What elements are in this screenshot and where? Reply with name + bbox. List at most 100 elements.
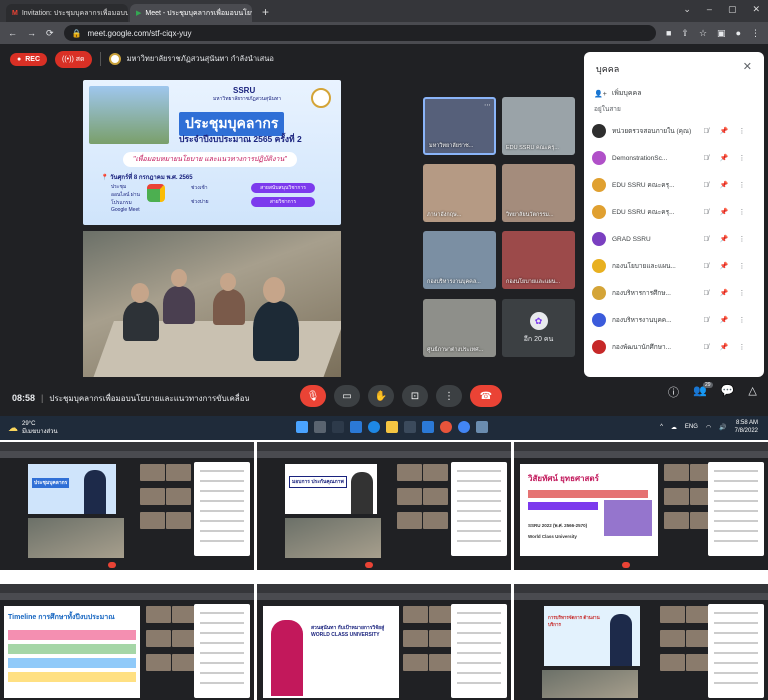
more-options-icon[interactable]: ⋮ xyxy=(736,181,748,189)
more-options-icon[interactable]: ⋮ xyxy=(736,208,748,216)
chevron-down-icon[interactable]: ⌄ xyxy=(683,4,691,15)
menu-icon[interactable]: ⋮ xyxy=(751,28,760,39)
thumb-slide: การบริหารจัดการ ด้านงานบริการ xyxy=(544,606,640,666)
more-participants-tile[interactable]: ✿ อีก 20 คน xyxy=(502,299,575,357)
windows-start-icon[interactable] xyxy=(296,421,308,433)
pin-icon: 📍 xyxy=(101,175,109,181)
tab-invitation[interactable]: M Invitation: ประชุมบุคลากรเพื่อมอบนโยบา… xyxy=(6,4,128,22)
pin-icon[interactable]: 📌 xyxy=(718,235,730,243)
wifi-icon[interactable]: ◠ xyxy=(706,424,711,431)
participant-tile[interactable]: ศูนย์ภาษาต่างประเทศ... xyxy=(423,299,496,357)
participant-row[interactable]: หน่วยตรวจสอบภายใน (คุณ) 🎙̸ 📌 ⋮ xyxy=(592,120,756,142)
participant-head xyxy=(263,277,285,303)
share-icon[interactable]: ⇪ xyxy=(681,28,689,39)
participant-row[interactable]: DemonstrationSc... 🎙̸ 📌 ⋮ xyxy=(592,147,756,169)
participant-figure xyxy=(213,289,245,325)
url-field[interactable]: 🔒 meet.google.com/stf-ciqx-yuy xyxy=(63,25,656,41)
search-icon[interactable] xyxy=(314,421,326,433)
participant-tile[interactable]: EDU SSRU คณะครุ... xyxy=(502,97,575,155)
pin-icon[interactable]: 📌 xyxy=(718,181,730,189)
settings-icon[interactable] xyxy=(476,421,488,433)
volume-icon[interactable]: 🔊 xyxy=(719,424,726,431)
participant-tile[interactable]: กองนโยบายและแผน... xyxy=(502,231,575,289)
star-icon[interactable]: ☆ xyxy=(699,28,707,39)
tab-meet[interactable]: ▶ Meet - ประชุมบุคลากรเพื่อมอบนโยบาย ✕ xyxy=(130,4,252,22)
meet-screenshot: M Invitation: ประชุมบุคลากรเพื่อมอบนโยบา… xyxy=(0,0,768,440)
language-indicator[interactable]: ENG xyxy=(685,424,698,430)
participant-row[interactable]: กองพัฒนานักศึกษา... 🎙̸ 📌 ⋮ xyxy=(592,336,756,358)
google-meet-logo-icon xyxy=(147,184,165,202)
pin-icon[interactable]: 📌 xyxy=(718,343,730,351)
participant-row[interactable]: กองบริหารการศึกษ... 🎙̸ 📌 ⋮ xyxy=(592,282,756,304)
add-people-button[interactable]: 👤+ เพิ่มบุคคล xyxy=(594,88,642,99)
new-tab-icon[interactable]: + xyxy=(254,5,277,22)
participant-tile[interactable]: ภาษาอังกฤษ... xyxy=(423,164,496,222)
more-options-button[interactable]: ⋮ xyxy=(436,385,462,407)
maximize-icon[interactable]: ▢ xyxy=(728,4,737,15)
weather-widget[interactable]: 29°C มีเมฆบางส่วน xyxy=(22,420,58,436)
leave-call-button[interactable]: ☎ xyxy=(470,385,502,407)
forward-icon[interactable]: → xyxy=(27,28,36,38)
more-options-icon[interactable]: ⋮ xyxy=(736,127,748,135)
more-options-icon[interactable]: ⋮ xyxy=(736,316,748,324)
store-icon[interactable] xyxy=(404,421,416,433)
more-options-icon[interactable]: ⋮ xyxy=(736,289,748,297)
pin-icon[interactable]: 📌 xyxy=(718,208,730,216)
thumb-bottom-bar xyxy=(514,560,768,570)
present-button[interactable]: ⊡ xyxy=(402,385,428,407)
more-options-icon[interactable]: ⋮ xyxy=(736,262,748,270)
back-icon[interactable]: ← xyxy=(8,28,17,38)
participant-row[interactable]: GRAD SSRU 🎙̸ 📌 ⋮ xyxy=(592,228,756,250)
profile-icon[interactable]: ● xyxy=(736,28,741,39)
mic-off-button[interactable]: 🎙 xyxy=(300,385,326,407)
pin-icon[interactable]: 📌 xyxy=(718,262,730,270)
participant-row[interactable]: กองนโยบายและแผน... 🎙̸ 📌 ⋮ xyxy=(592,255,756,277)
avatar xyxy=(592,178,606,192)
taskbar-apps xyxy=(296,421,488,433)
meet-top-bar: ● REC ((•)) สด มหาวิทยาลัยราชภัฏสวนสุนันท… xyxy=(0,44,580,74)
camera-icon[interactable]: ■ xyxy=(666,28,671,39)
participant-tile[interactable]: กองบริหารงานบุคคล... xyxy=(423,231,496,289)
more-options-icon[interactable]: ⋮ xyxy=(736,343,748,351)
minimize-icon[interactable]: – xyxy=(707,4,712,15)
slide-org: SSRU xyxy=(233,86,256,95)
slide-date: 📍 วันศุกร์ที่ 8 กรกฎาคม พ.ศ. 2565 xyxy=(101,172,193,182)
participant-tile[interactable]: วิทยาลัยนวัตกรรม... xyxy=(502,164,575,222)
participant-figure xyxy=(123,301,159,341)
task-view-icon[interactable] xyxy=(332,421,344,433)
raise-hand-button[interactable]: ✋ xyxy=(368,385,394,407)
mail-icon[interactable] xyxy=(422,421,434,433)
sidepanel-icon[interactable]: ▣ xyxy=(717,28,726,39)
thumbnail-screenshot: การบริหารจัดการ ด้านงานบริการ xyxy=(514,584,768,700)
activities-icon[interactable]: △ xyxy=(748,384,756,400)
pin-icon[interactable]: 📌 xyxy=(718,289,730,297)
close-icon[interactable]: ✕ xyxy=(743,60,752,73)
thumb-slide: ประชุมบุคลากร xyxy=(28,464,116,514)
participant-tile[interactable]: มหาวิทยาลัยราช... ⋯ xyxy=(423,97,496,155)
info-icon[interactable]: ⓘ xyxy=(668,384,679,400)
file-explorer-icon[interactable] xyxy=(386,421,398,433)
participant-row[interactable]: EDU SSRU คณะครุ... 🎙̸ 📌 ⋮ xyxy=(592,174,756,196)
more-options-icon[interactable]: ⋯ xyxy=(484,101,491,109)
camera-button[interactable]: ▭ xyxy=(334,385,360,407)
teams-icon[interactable] xyxy=(350,421,362,433)
participant-row[interactable]: EDU SSRU คณะครุ... 🎙̸ 📌 ⋮ xyxy=(592,201,756,223)
participant-row[interactable]: กองบริหารงานบุคค... 🎙̸ 📌 ⋮ xyxy=(592,309,756,331)
pin-icon[interactable]: 📌 xyxy=(718,127,730,135)
close-window-icon[interactable]: ✕ xyxy=(752,4,760,15)
more-options-icon[interactable]: ⋮ xyxy=(736,235,748,243)
pin-icon[interactable]: 📌 xyxy=(718,316,730,324)
pin-icon[interactable]: 📌 xyxy=(718,154,730,162)
clock[interactable]: 8:58 AM 7/8/2022 xyxy=(735,419,758,435)
more-options-icon[interactable]: ⋮ xyxy=(736,154,748,162)
chrome-icon[interactable] xyxy=(440,421,452,433)
chevron-up-icon[interactable]: ^ xyxy=(660,424,663,430)
edge-icon[interactable] xyxy=(368,421,380,433)
reload-icon[interactable]: ⟳ xyxy=(46,28,54,39)
thumbnail-screenshot: ประชุมบุคลากร xyxy=(0,442,254,570)
cloud-icon[interactable]: ☁ xyxy=(671,424,677,431)
thumb-people-panel xyxy=(451,462,507,556)
thumb-camera xyxy=(28,518,124,558)
chat-icon[interactable]: 💬 xyxy=(721,384,735,400)
google-chrome-icon[interactable] xyxy=(458,421,470,433)
